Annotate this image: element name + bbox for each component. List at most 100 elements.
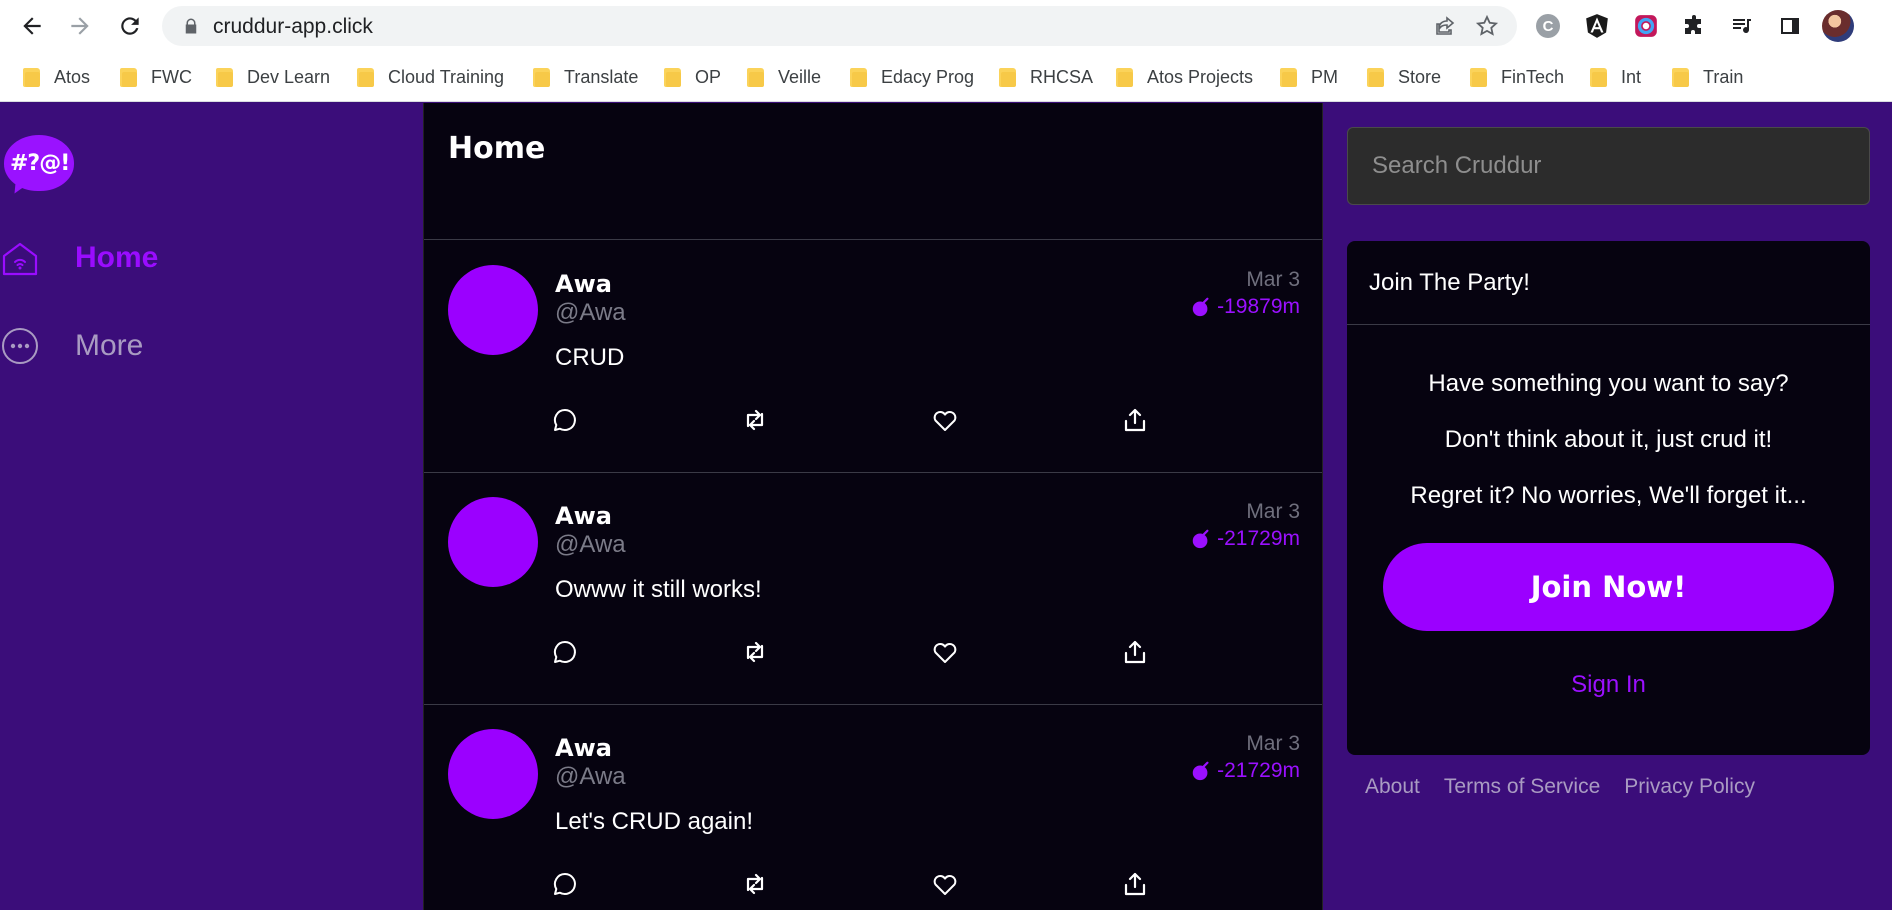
profile-avatar[interactable] xyxy=(1822,10,1854,42)
post-author-handle[interactable]: @Awa xyxy=(555,531,626,559)
share-button[interactable] xyxy=(1121,870,1153,902)
like-button[interactable] xyxy=(931,638,963,670)
bookmark-store[interactable]: Store xyxy=(1366,64,1441,90)
back-button[interactable] xyxy=(12,6,52,46)
folder-icon xyxy=(1279,66,1299,88)
like-button[interactable] xyxy=(931,870,963,902)
folder-icon xyxy=(356,66,376,88)
bookmark-pm[interactable]: PM xyxy=(1279,64,1338,90)
avatar[interactable] xyxy=(448,265,538,355)
browser-toolbar: cruddur-app.click C xyxy=(0,0,1892,52)
bookmark-translate[interactable]: Translate xyxy=(532,64,638,90)
extension-c-icon[interactable]: C xyxy=(1536,14,1560,38)
footer-link-terms[interactable]: Terms of Service xyxy=(1444,775,1600,799)
forward-arrow-icon xyxy=(71,17,89,35)
avatar[interactable] xyxy=(448,729,538,819)
share-icon xyxy=(1124,408,1146,432)
like-button[interactable] xyxy=(931,406,963,438)
sidebar-item-more[interactable]: More xyxy=(0,321,143,371)
post-author-name[interactable]: Awa xyxy=(555,734,612,762)
cruddur-app: #?@! Home More Home Awa @Awa CRUD Mar 3 … xyxy=(0,103,1892,910)
post-body: CRUD xyxy=(555,344,625,371)
forward-button[interactable] xyxy=(60,6,100,46)
folder-icon xyxy=(746,66,766,88)
footer-links: About Terms of Service Privacy Policy xyxy=(1365,775,1755,799)
post-body: Let's CRUD again! xyxy=(555,808,753,835)
reply-button[interactable] xyxy=(551,638,583,670)
bomb-icon xyxy=(1192,761,1209,781)
angular-extension-icon[interactable] xyxy=(1583,12,1611,40)
share-button[interactable] xyxy=(1121,406,1153,438)
lock-icon xyxy=(185,18,197,34)
repost-icon xyxy=(746,641,764,663)
post-author-handle[interactable]: @Awa xyxy=(555,763,626,791)
search-input[interactable] xyxy=(1347,127,1870,205)
folder-icon xyxy=(1671,66,1691,88)
bookmark-cloud-training[interactable]: Cloud Training xyxy=(356,64,504,90)
sidebar-item-home[interactable]: Home xyxy=(0,233,158,283)
bookmark-dev-learn[interactable]: Dev Learn xyxy=(215,64,330,90)
share-page-icon[interactable] xyxy=(1433,14,1457,38)
right-sidebar: Join The Party! Have something you want … xyxy=(1323,103,1892,910)
bookmark-train[interactable]: Train xyxy=(1671,64,1743,90)
left-sidebar: #?@! Home More xyxy=(0,103,423,910)
reply-icon xyxy=(553,872,576,895)
bookmark-op[interactable]: OP xyxy=(663,64,721,90)
repost-icon xyxy=(746,409,764,431)
cruddur-logo[interactable]: #?@! xyxy=(0,133,78,199)
bookmark-atos[interactable]: Atos xyxy=(22,64,90,90)
extensions-puzzle-icon[interactable] xyxy=(1680,12,1708,40)
media-control-icon[interactable] xyxy=(1728,12,1756,40)
post-item[interactable]: Awa @Awa CRUD Mar 3 -19879m xyxy=(424,241,1322,473)
bookmark-edacy-prog[interactable]: Edacy Prog xyxy=(849,64,974,90)
post-expiry: -21729m xyxy=(1190,759,1300,783)
url-text: cruddur-app.click xyxy=(213,15,373,38)
post-actions xyxy=(551,638,1171,670)
reload-button[interactable] xyxy=(110,6,150,46)
reply-button[interactable] xyxy=(551,870,583,902)
share-icon xyxy=(1124,872,1146,896)
footer-link-about[interactable]: About xyxy=(1365,775,1420,799)
bookmark-rhcsa[interactable]: RHCSA xyxy=(998,64,1093,90)
post-author-handle[interactable]: @Awa xyxy=(555,299,626,327)
repost-button[interactable] xyxy=(741,406,773,438)
post-item[interactable]: Awa @Awa Owww it still works! Mar 3 -217… xyxy=(424,473,1322,705)
folder-icon xyxy=(663,66,683,88)
folder-icon xyxy=(998,66,1018,88)
post-author-name[interactable]: Awa xyxy=(555,270,612,298)
more-icon xyxy=(2,328,38,364)
bookmark-veille[interactable]: Veille xyxy=(746,64,821,90)
feed-header: Home xyxy=(424,103,1322,240)
folder-icon xyxy=(1589,66,1609,88)
color-picker-extension-icon[interactable] xyxy=(1632,12,1660,40)
post-expiry-value: -21729m xyxy=(1217,527,1300,550)
avatar[interactable] xyxy=(448,497,538,587)
sign-in-link[interactable]: Sign In xyxy=(1347,671,1870,699)
post-expiry-value: -19879m xyxy=(1217,295,1300,318)
footer-link-privacy[interactable]: Privacy Policy xyxy=(1624,775,1755,799)
post-author-name[interactable]: Awa xyxy=(555,502,612,530)
side-panel-icon[interactable] xyxy=(1776,12,1804,40)
bookmark-fintech[interactable]: FinTech xyxy=(1469,64,1564,90)
post-date: Mar 3 xyxy=(1246,500,1300,523)
repost-icon xyxy=(746,873,764,895)
join-now-button[interactable]: Join Now! xyxy=(1383,543,1834,631)
logo-text: #?@! xyxy=(10,151,70,176)
heart-icon xyxy=(933,642,957,663)
repost-button[interactable] xyxy=(741,638,773,670)
post-expiry-value: -21729m xyxy=(1217,759,1300,782)
post-actions xyxy=(551,406,1171,438)
bookmark-fwc[interactable]: FWC xyxy=(119,64,192,90)
address-bar[interactable]: cruddur-app.click xyxy=(162,6,1517,46)
share-icon xyxy=(1124,640,1146,664)
bookmark-atos-projects[interactable]: Atos Projects xyxy=(1115,64,1253,90)
reply-button[interactable] xyxy=(551,406,583,438)
bookmarks-bar: Atos FWC Dev Learn Cloud Training Transl… xyxy=(0,52,1892,102)
post-item[interactable]: Awa @Awa Let's CRUD again! Mar 3 -21729m xyxy=(424,705,1322,910)
bookmark-star-icon[interactable] xyxy=(1475,14,1499,38)
share-button[interactable] xyxy=(1121,638,1153,670)
bookmark-int[interactable]: Int xyxy=(1589,64,1641,90)
post-expiry: -21729m xyxy=(1190,527,1300,551)
page-title: Home xyxy=(448,131,546,166)
repost-button[interactable] xyxy=(741,870,773,902)
